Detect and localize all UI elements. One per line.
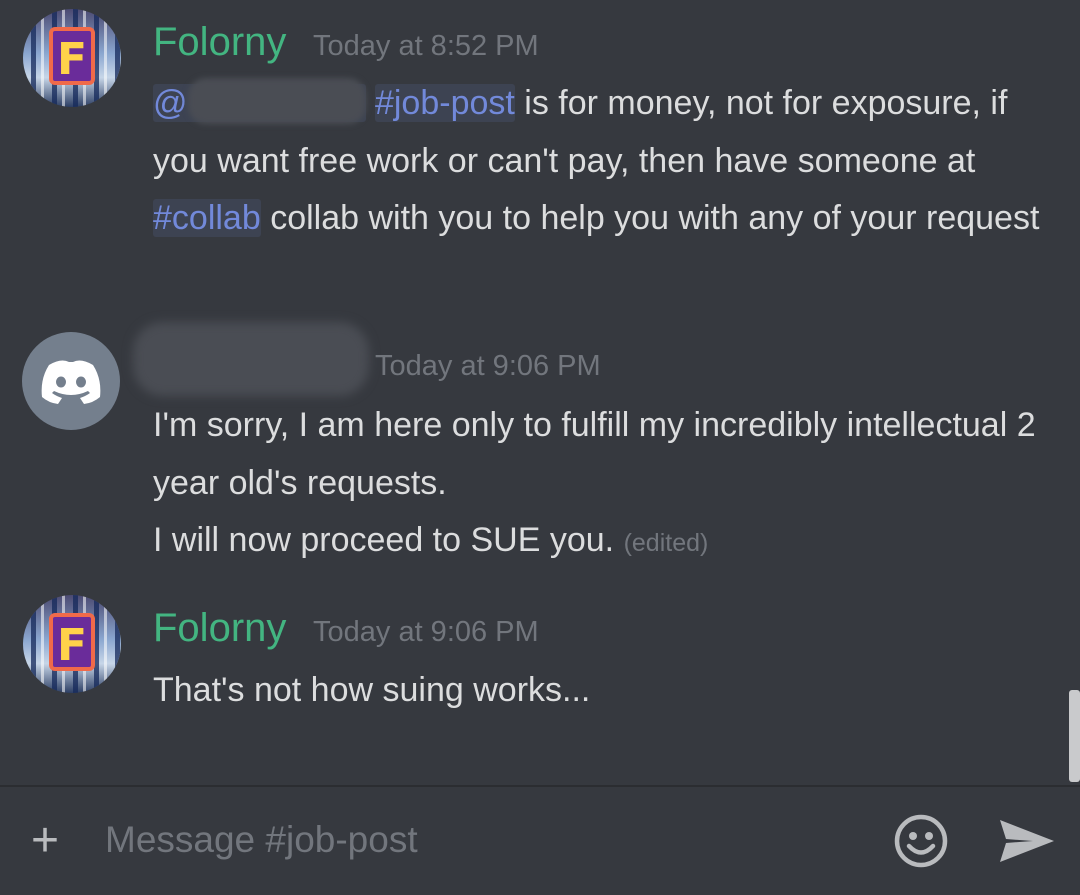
- message-composer: +: [0, 785, 1080, 895]
- discord-icon: [41, 360, 101, 404]
- message-input[interactable]: [105, 811, 865, 869]
- emoji-icon: [894, 814, 948, 868]
- channel-link-job-post[interactable]: #job-post: [374, 84, 515, 122]
- timestamp: Today at 8:52 PM: [313, 30, 539, 62]
- scrollbar[interactable]: [1069, 690, 1080, 782]
- username[interactable]: Folorny: [153, 20, 286, 65]
- message-text-part: collab with you to help you with any of …: [260, 199, 1040, 237]
- user-avatar[interactable]: F: [23, 9, 121, 107]
- timestamp: Today at 9:06 PM: [313, 616, 539, 648]
- message-text: I'm sorry, I am here only to fulfill my …: [153, 397, 1043, 573]
- message-text: @ #job-post is for money, not for exposu…: [153, 75, 1043, 248]
- attach-button[interactable]: +: [31, 817, 59, 865]
- channel-link-collab[interactable]: #collab: [153, 199, 261, 237]
- send-icon: [1000, 820, 1054, 862]
- edited-label: (edited): [623, 529, 709, 557]
- mention-prefix: @: [153, 84, 188, 122]
- message: F Folorny Today at 9:06 PM That's not ho…: [0, 590, 1060, 750]
- username[interactable]: Folorny: [153, 606, 286, 651]
- message-line: I'm sorry, I am here only to fulfill my …: [153, 406, 1036, 502]
- send-button[interactable]: [997, 817, 1057, 870]
- avatar-letter: F: [49, 613, 95, 671]
- user-avatar[interactable]: F: [23, 595, 121, 693]
- message: F Folorny Today at 8:52 PM @ #job-post i…: [0, 0, 1060, 310]
- avatar-letter: F: [49, 27, 95, 85]
- timestamp: Today at 9:06 PM: [375, 350, 601, 382]
- message-text: That's not how suing works...: [153, 671, 591, 709]
- message: Today at 9:06 PM I'm sorry, I am here on…: [0, 310, 1060, 580]
- message-list: F Folorny Today at 8:52 PM @ #job-post i…: [0, 0, 1080, 785]
- redacted-username: [187, 78, 366, 124]
- redacted-username: [133, 322, 369, 396]
- message-line: I will now proceed to SUE you. (edited): [153, 512, 1043, 573]
- emoji-button[interactable]: [893, 813, 949, 874]
- message-line-text: I will now proceed to SUE you.: [153, 521, 615, 559]
- user-avatar[interactable]: [22, 332, 120, 430]
- user-mention[interactable]: @: [153, 78, 366, 124]
